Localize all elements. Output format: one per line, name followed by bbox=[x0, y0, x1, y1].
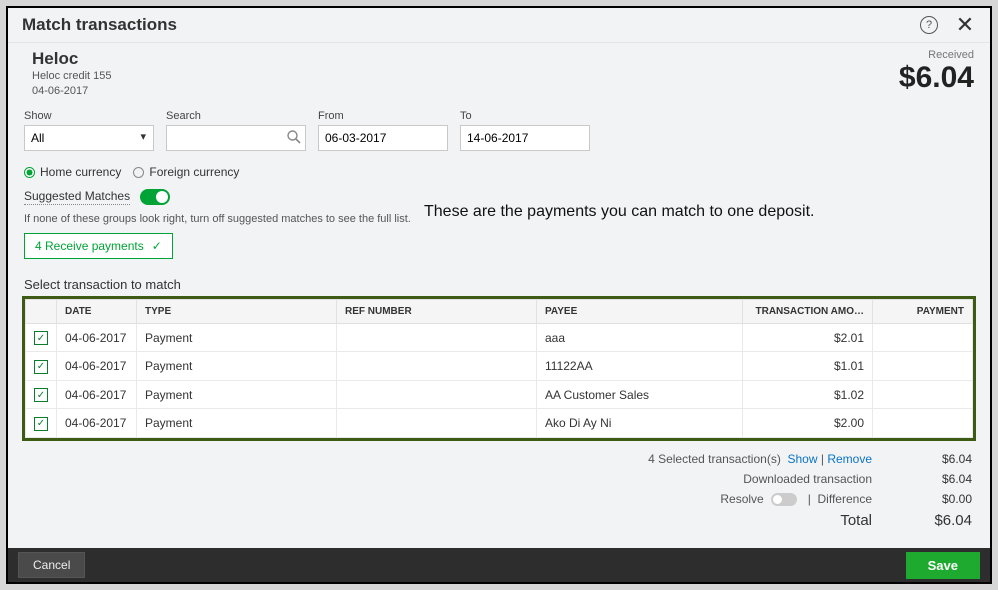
cell-type: Payment bbox=[137, 380, 337, 409]
cell-payment bbox=[873, 323, 973, 352]
cell-amount: $2.01 bbox=[743, 323, 873, 352]
close-button[interactable]: ✕ bbox=[954, 14, 976, 36]
radio-off-icon bbox=[133, 167, 144, 178]
downloaded-value: $6.04 bbox=[902, 472, 972, 486]
row-checkbox[interactable]: ✓ bbox=[34, 360, 48, 374]
cell-payment bbox=[873, 409, 973, 438]
col-type[interactable]: TYPE bbox=[137, 299, 337, 323]
cell-type: Payment bbox=[137, 409, 337, 438]
selected-value: $6.04 bbox=[902, 452, 972, 466]
cell-amount: $1.02 bbox=[743, 380, 873, 409]
search-icon bbox=[286, 129, 302, 150]
col-ref[interactable]: REF NUMBER bbox=[337, 299, 537, 323]
cell-date: 04-06-2017 bbox=[57, 323, 137, 352]
account-summary: Heloc Heloc credit 155 04-06-2017 Receiv… bbox=[8, 43, 990, 110]
close-icon: ✕ bbox=[956, 12, 974, 38]
col-checkbox bbox=[26, 299, 57, 323]
col-payee[interactable]: PAYEE bbox=[537, 299, 743, 323]
pill-label: 4 Receive payments bbox=[35, 239, 144, 253]
table-row[interactable]: ✓ 04-06-2017Payment AA Customer Sales$1.02 bbox=[26, 380, 973, 409]
cell-type: Payment bbox=[137, 323, 337, 352]
table-row[interactable]: ✓ 04-06-2017Payment Ako Di Ay Ni$2.00 bbox=[26, 409, 973, 438]
help-icon: ? bbox=[920, 16, 938, 34]
cell-date: 04-06-2017 bbox=[57, 380, 137, 409]
search-label: Search bbox=[166, 110, 306, 122]
save-button[interactable]: Save bbox=[906, 552, 980, 579]
radio-on-icon bbox=[24, 167, 35, 178]
account-name: Heloc bbox=[32, 49, 112, 69]
currency-radios: Home currency Foreign currency bbox=[8, 161, 990, 189]
cell-ref bbox=[337, 323, 537, 352]
resolve-toggle[interactable] bbox=[771, 493, 797, 506]
help-button[interactable]: ? bbox=[918, 14, 940, 36]
cell-amount: $2.00 bbox=[743, 409, 873, 438]
dialog-title: Match transactions bbox=[22, 15, 177, 35]
cancel-button[interactable]: Cancel bbox=[18, 552, 85, 578]
row-checkbox[interactable]: ✓ bbox=[34, 417, 48, 431]
cell-amount: $1.01 bbox=[743, 352, 873, 381]
col-payment[interactable]: PAYMENT bbox=[873, 299, 973, 323]
from-label: From bbox=[318, 110, 448, 122]
match-transactions-dialog: Match transactions ? ✕ Heloc Heloc credi… bbox=[6, 6, 992, 584]
home-currency-radio[interactable]: Home currency bbox=[24, 165, 121, 179]
cell-ref bbox=[337, 409, 537, 438]
cell-ref bbox=[337, 352, 537, 381]
col-amount[interactable]: TRANSACTION AMO… bbox=[743, 299, 873, 323]
received-amount: $6.04 bbox=[899, 61, 974, 95]
table-row[interactable]: ✓ 04-06-2017Payment 11122AA$1.01 bbox=[26, 352, 973, 381]
transactions-table: DATE TYPE REF NUMBER PAYEE TRANSACTION A… bbox=[25, 299, 973, 438]
cell-payment bbox=[873, 380, 973, 409]
transactions-table-wrap: DATE TYPE REF NUMBER PAYEE TRANSACTION A… bbox=[22, 296, 976, 441]
difference-label: Difference bbox=[818, 492, 872, 506]
total-value: $6.04 bbox=[902, 512, 972, 529]
cell-date: 04-06-2017 bbox=[57, 352, 137, 381]
resolve-label: Resolve bbox=[720, 492, 763, 506]
col-date[interactable]: DATE bbox=[57, 299, 137, 323]
dialog-footer: Cancel Save bbox=[8, 548, 990, 582]
annotation-text: These are the payments you can match to … bbox=[424, 200, 814, 223]
to-date-input[interactable] bbox=[460, 125, 590, 151]
search-input[interactable] bbox=[166, 125, 306, 151]
account-desc: Heloc credit 155 bbox=[32, 69, 112, 84]
row-checkbox[interactable]: ✓ bbox=[34, 331, 48, 345]
selected-count-label: 4 Selected transaction(s) bbox=[648, 452, 781, 466]
totals-section: 4 Selected transaction(s) Show | Remove … bbox=[8, 441, 990, 540]
checkmark-icon: ✓ bbox=[152, 239, 162, 253]
foreign-currency-radio[interactable]: Foreign currency bbox=[133, 165, 239, 179]
remove-link[interactable]: Remove bbox=[827, 452, 872, 466]
show-select[interactable]: All bbox=[24, 125, 154, 151]
to-label: To bbox=[460, 110, 590, 122]
show-label: Show bbox=[24, 110, 154, 122]
cell-type: Payment bbox=[137, 352, 337, 381]
downloaded-label: Downloaded transaction bbox=[743, 472, 872, 486]
cell-date: 04-06-2017 bbox=[57, 409, 137, 438]
table-row[interactable]: ✓ 04-06-2017Payment aaa$2.01 bbox=[26, 323, 973, 352]
cell-payee: Ako Di Ay Ni bbox=[537, 409, 743, 438]
receive-payments-pill[interactable]: 4 Receive payments ✓ bbox=[24, 233, 173, 259]
cell-payee: 11122AA bbox=[537, 352, 743, 381]
difference-value: $0.00 bbox=[902, 492, 972, 506]
cell-payee: aaa bbox=[537, 323, 743, 352]
total-label: Total bbox=[840, 512, 872, 529]
table-title: Select transaction to match bbox=[8, 259, 990, 296]
show-link[interactable]: Show bbox=[787, 452, 817, 466]
received-label: Received bbox=[899, 49, 974, 61]
cell-ref bbox=[337, 380, 537, 409]
dialog-header: Match transactions ? ✕ bbox=[8, 8, 990, 43]
from-date-input[interactable] bbox=[318, 125, 448, 151]
cell-payee: AA Customer Sales bbox=[537, 380, 743, 409]
row-checkbox[interactable]: ✓ bbox=[34, 388, 48, 402]
account-date: 04-06-2017 bbox=[32, 84, 112, 99]
filter-bar: Show All Search From To bbox=[8, 110, 990, 161]
cell-payment bbox=[873, 352, 973, 381]
suggested-matches-label: Suggested Matches bbox=[24, 189, 130, 205]
suggested-matches-toggle[interactable] bbox=[140, 189, 170, 205]
